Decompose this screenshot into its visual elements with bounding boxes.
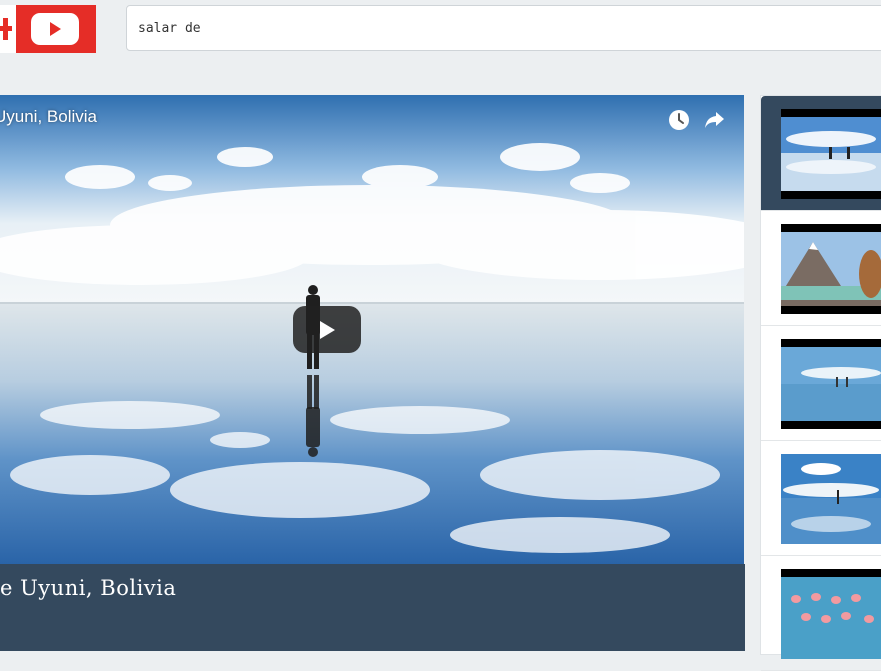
search-input[interactable] [126,5,881,51]
youtube-play-icon [31,13,79,45]
video-info-bar: e Uyuni, Bolivia [0,564,745,651]
video-title: e Uyuni, Bolivia [0,576,177,600]
related-video-item[interactable] [761,326,881,441]
share-arrow-icon[interactable] [702,107,728,133]
youtube-plus-logo[interactable] [0,5,96,53]
plus-icon [0,5,16,53]
related-video-item[interactable] [761,556,881,671]
video-thumbnail[interactable] [781,339,881,429]
play-icon[interactable] [293,306,361,353]
related-videos-sidebar [760,95,881,671]
overlay-title[interactable]: Uyuni, Bolivia [0,107,97,127]
related-video-item[interactable] [761,211,881,326]
video-thumbnail[interactable] [781,109,881,199]
related-video-item[interactable] [761,441,881,556]
video-frame [0,95,744,564]
clock-icon[interactable] [666,107,692,133]
video-thumbnail[interactable] [781,224,881,314]
video-thumbnail[interactable] [781,569,881,659]
youtube-logo [16,5,96,53]
video-player[interactable]: Uyuni, Bolivia [0,95,744,564]
related-video-item[interactable] [761,96,881,211]
video-thumbnail[interactable] [781,454,881,544]
